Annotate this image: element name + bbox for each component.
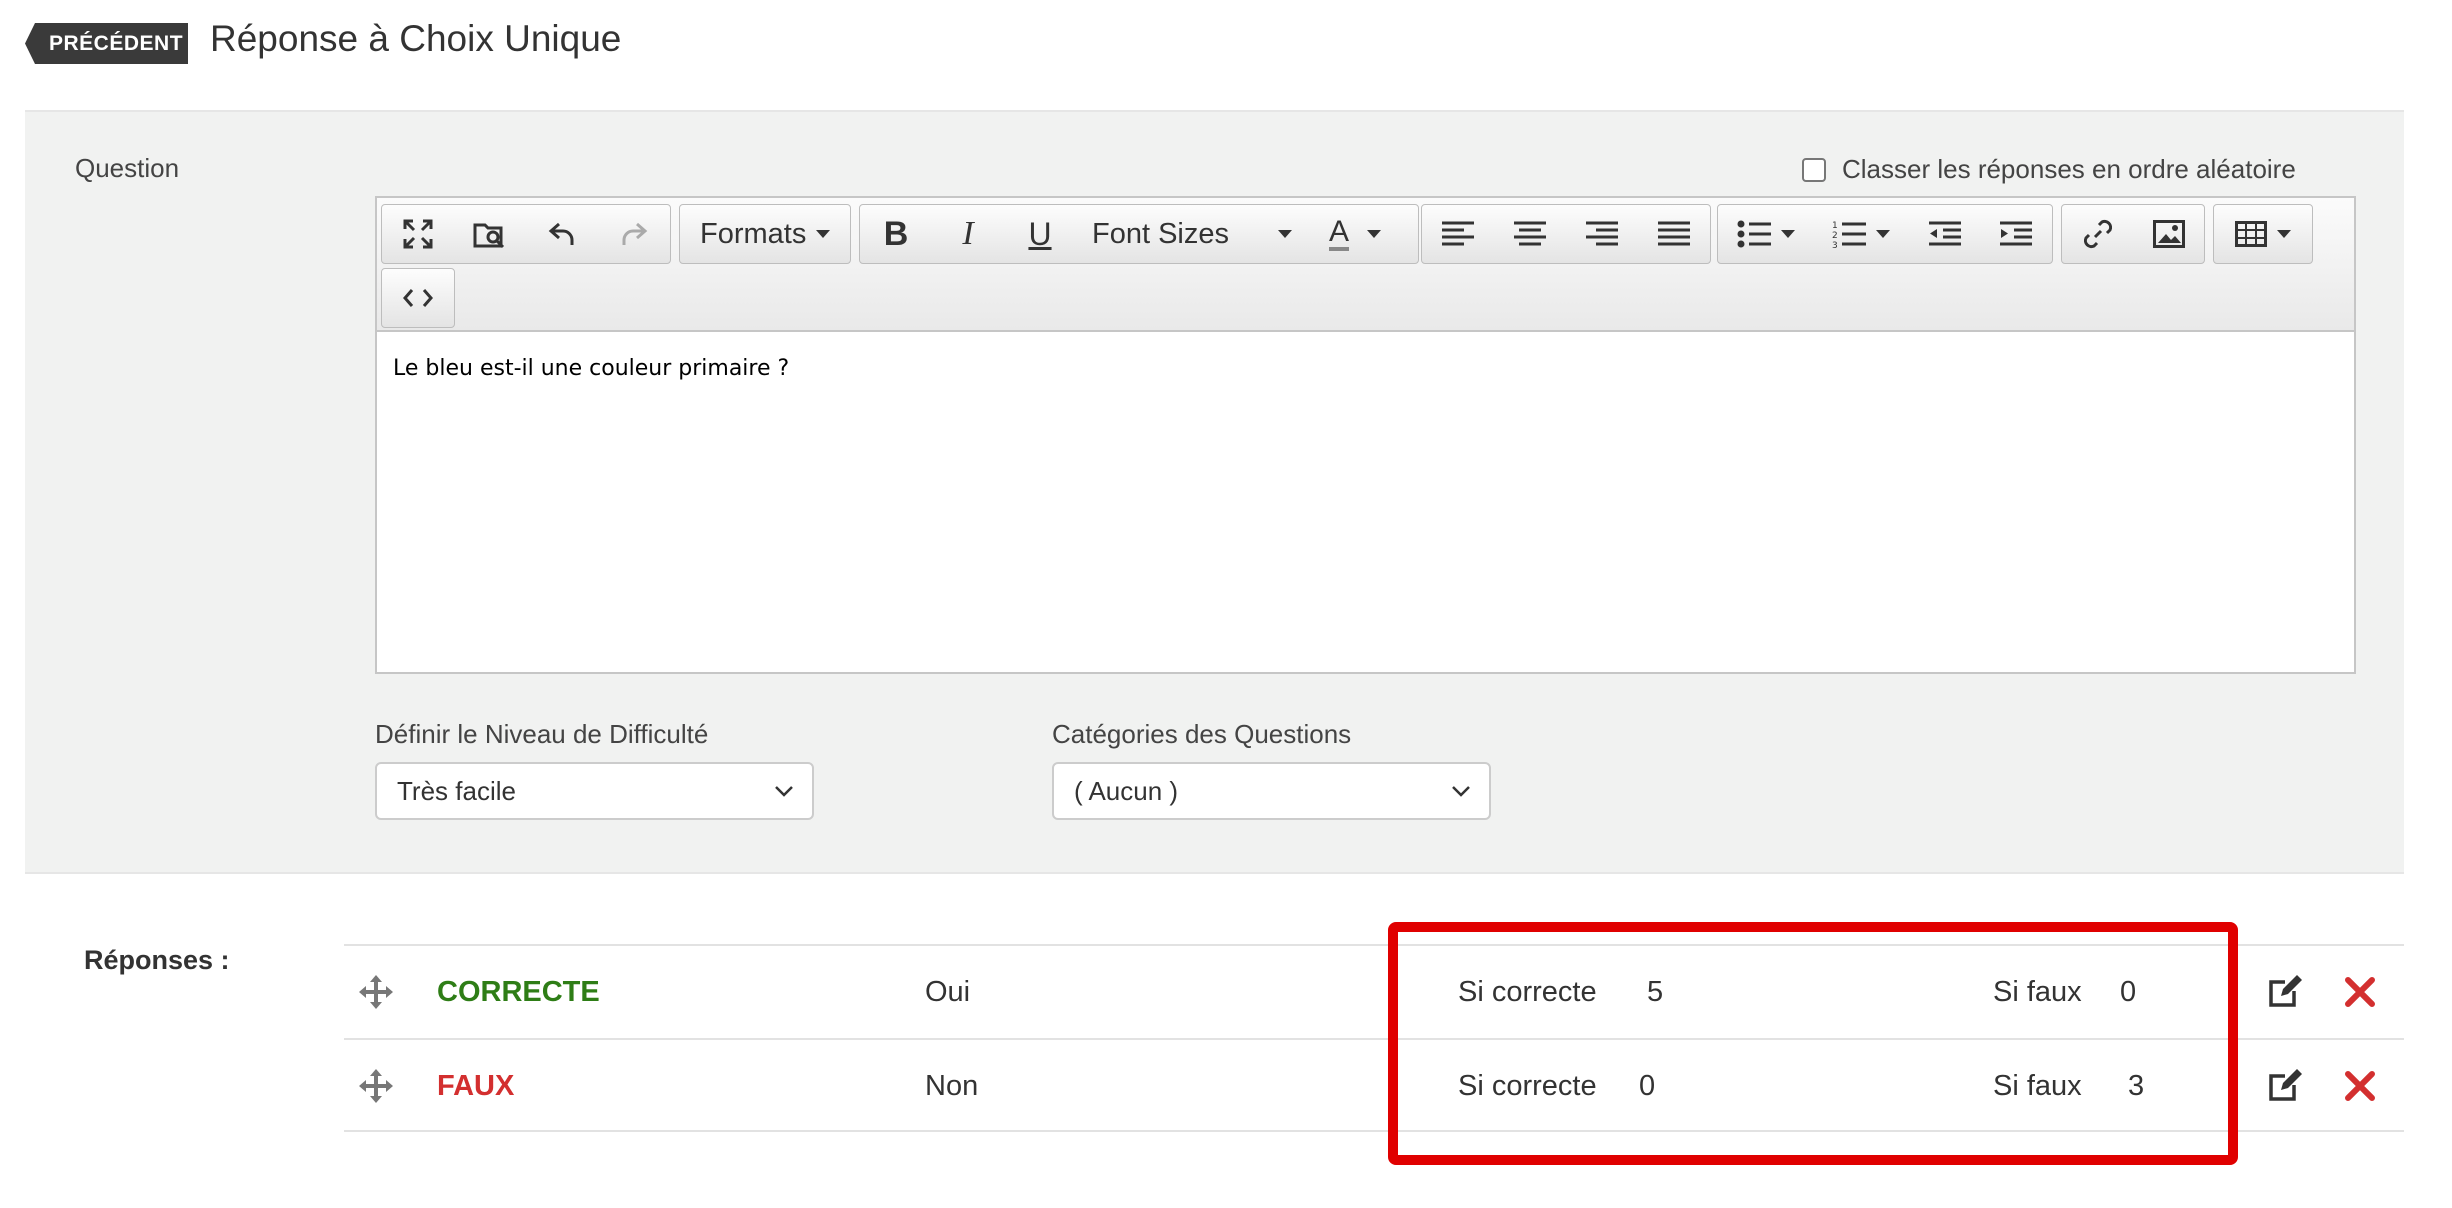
- chevron-down-icon: [775, 786, 793, 797]
- indent-icon[interactable]: [1980, 205, 2052, 263]
- answer-row: CORRECTE Oui Si correcte 5 Si faux 0: [344, 944, 2404, 1038]
- editor-content[interactable]: Le bleu est-il une couleur primaire ?: [393, 356, 789, 381]
- align-right-icon[interactable]: [1566, 205, 1638, 263]
- back-button[interactable]: PRÉCÉDENT: [25, 23, 188, 64]
- delete-icon[interactable]: [2344, 946, 2376, 1038]
- if-false-label: Si faux: [1993, 975, 2082, 1008]
- undo-icon[interactable]: [526, 205, 598, 263]
- table-button[interactable]: [2213, 204, 2313, 264]
- delete-icon[interactable]: [2344, 1040, 2376, 1132]
- preview-icon[interactable]: [454, 205, 526, 263]
- toolbar-group-lists: 123: [1717, 204, 2053, 264]
- answers-label: Réponses :: [84, 945, 230, 975]
- bullet-list-icon: [1737, 220, 1771, 248]
- drag-handle-icon[interactable]: [358, 1040, 394, 1132]
- svg-text:2: 2: [1832, 231, 1838, 241]
- underline-icon[interactable]: U: [1004, 205, 1076, 263]
- answer-text: Non: [925, 1069, 979, 1102]
- numbered-list-icon: 123: [1832, 221, 1867, 249]
- table-dropdown: [2214, 205, 2312, 263]
- font-sizes-label: Font Sizes: [1092, 217, 1229, 250]
- align-justify-icon[interactable]: [1638, 205, 1710, 263]
- link-icon[interactable]: [2062, 205, 2133, 263]
- random-order-label: Classer les réponses en ordre aléatoire: [1842, 154, 2296, 184]
- align-left-icon[interactable]: [1422, 205, 1494, 263]
- if-correct-label: Si correcte: [1458, 975, 1597, 1008]
- chevron-down-icon: [816, 230, 831, 238]
- toolbar-group-insert: [2061, 204, 2205, 264]
- categories-label: Catégories des Questions: [1052, 719, 1352, 749]
- edit-icon[interactable]: [2268, 1040, 2302, 1132]
- table-icon: [2235, 221, 2267, 247]
- bullet-list-button[interactable]: [1718, 205, 1813, 263]
- outdent-icon[interactable]: [1909, 205, 1981, 263]
- italic-icon[interactable]: I: [932, 205, 1004, 263]
- question-label: Question: [75, 153, 180, 183]
- svg-text:3: 3: [1832, 241, 1838, 249]
- categories-select[interactable]: ( Aucun ): [1052, 762, 1491, 820]
- redo-icon[interactable]: [598, 205, 670, 263]
- chevron-down-icon: [1780, 230, 1795, 238]
- toolbar-group-text: B I U Font Sizes A: [859, 204, 1419, 264]
- answer-text: Oui: [925, 975, 971, 1008]
- if-false-value: 3: [2128, 1069, 2145, 1102]
- numbered-list-button[interactable]: 123: [1813, 205, 1908, 263]
- if-correct-value: 0: [1639, 1069, 1656, 1102]
- chevron-down-icon: [1367, 230, 1381, 238]
- align-center-icon[interactable]: [1494, 205, 1566, 263]
- rich-text-editor: Formats B I U Font Sizes A 1 2 3 Le bleu…: [375, 196, 2356, 674]
- formats-dropdown[interactable]: Formats: [679, 204, 851, 264]
- chevron-down-icon: [2277, 230, 2291, 238]
- source-code-button[interactable]: [381, 268, 455, 328]
- answer-status-false: FAUX: [437, 1069, 515, 1102]
- answer-row: FAUX Non Si correcte 0 Si faux 3: [344, 1038, 2404, 1132]
- difficulty-value: Très facile: [397, 775, 516, 806]
- categories-value: ( Aucun ): [1074, 775, 1179, 806]
- toolbar-group-align: [1421, 204, 1711, 264]
- chevron-down-icon: [1278, 230, 1292, 238]
- if-false-label: Si faux: [1993, 1069, 2082, 1102]
- chevron-down-icon: [1876, 230, 1891, 238]
- random-order-option[interactable]: Classer les réponses en ordre aléatoire: [1802, 154, 2296, 185]
- image-icon[interactable]: [2133, 205, 2204, 263]
- drag-handle-icon[interactable]: [358, 946, 394, 1038]
- bold-icon[interactable]: B: [860, 205, 932, 263]
- page-title: Réponse à Choix Unique: [210, 18, 622, 59]
- answer-status-correct: CORRECTE: [437, 975, 600, 1008]
- edit-icon[interactable]: [2268, 946, 2302, 1038]
- text-color-button[interactable]: A: [1306, 205, 1404, 263]
- font-sizes-dropdown[interactable]: Font Sizes: [1076, 205, 1306, 263]
- svg-text:1: 1: [1832, 221, 1838, 231]
- random-order-checkbox[interactable]: [1802, 157, 1826, 182]
- chevron-down-icon: [1452, 786, 1470, 797]
- difficulty-select[interactable]: Très facile: [375, 762, 814, 820]
- editor-toolbar: Formats B I U Font Sizes A 1 2 3: [377, 198, 2354, 332]
- if-correct-value: 5: [1647, 975, 1664, 1008]
- text-color-icon: A: [1328, 217, 1349, 251]
- formats-label: Formats: [700, 217, 807, 250]
- source-code-icon: [382, 269, 454, 327]
- if-false-value: 0: [2120, 975, 2137, 1008]
- toolbar-group-view: [381, 204, 671, 264]
- if-correct-label: Si correcte: [1458, 1069, 1597, 1102]
- difficulty-label: Définir le Niveau de Difficulté: [375, 719, 709, 749]
- fullscreen-icon[interactable]: [382, 205, 454, 263]
